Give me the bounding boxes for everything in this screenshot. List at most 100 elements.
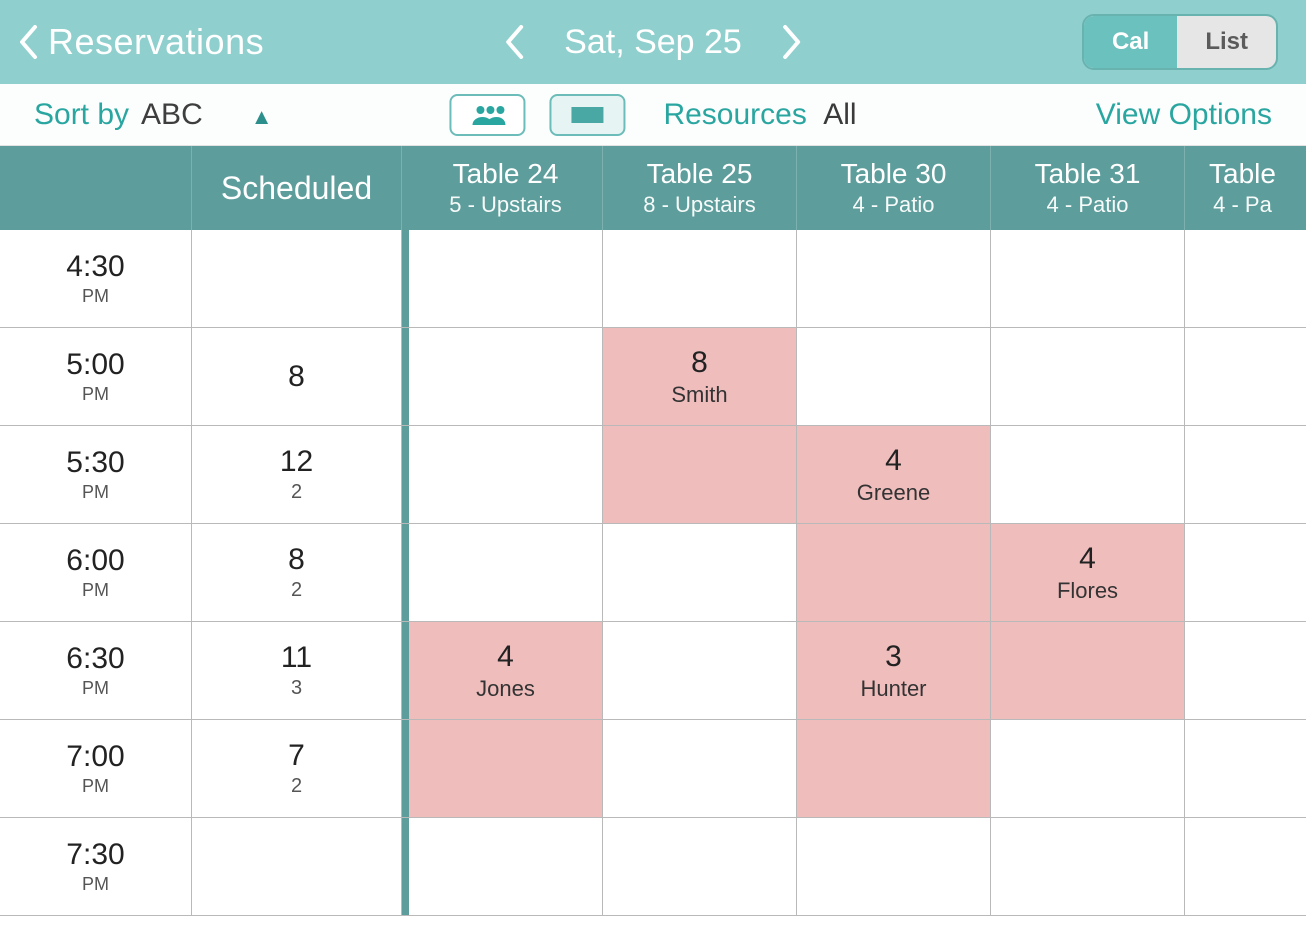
reservation-cell[interactable] bbox=[991, 622, 1185, 719]
view-toggle: Cal List bbox=[1082, 14, 1278, 70]
time-cell: 4:30PM bbox=[0, 230, 192, 327]
empty-cell[interactable] bbox=[797, 328, 991, 425]
time-row: 7:00PM72 bbox=[0, 720, 1306, 818]
time-cell: 6:30PM bbox=[0, 622, 192, 719]
toolbar: Sort by ABC ▲ Resources All V bbox=[0, 84, 1306, 146]
empty-cell[interactable] bbox=[409, 230, 603, 327]
empty-cell[interactable] bbox=[1185, 524, 1300, 621]
reservation-cell[interactable]: 4Jones bbox=[409, 622, 603, 719]
empty-cell[interactable] bbox=[1185, 230, 1300, 327]
view-options-button[interactable]: View Options bbox=[1096, 98, 1272, 132]
sort-direction-icon[interactable]: ▲ bbox=[251, 104, 273, 130]
ampm-label: PM bbox=[82, 384, 109, 405]
empty-cell[interactable] bbox=[1185, 426, 1300, 523]
cal-view-button[interactable]: Cal bbox=[1084, 16, 1177, 68]
table-column-header[interactable]: Table 30 4 - Patio bbox=[797, 146, 991, 230]
reservation-cell[interactable]: 4Greene bbox=[797, 426, 991, 523]
time-cell: 6:00PM bbox=[0, 524, 192, 621]
reservation-cell[interactable] bbox=[409, 720, 603, 817]
time-row: 5:30PM1224Greene bbox=[0, 426, 1306, 524]
scheduled-sub: 3 bbox=[291, 677, 302, 700]
scheduled-header-label: Scheduled bbox=[221, 170, 372, 207]
column-divider bbox=[402, 818, 409, 915]
guest-name: Jones bbox=[476, 676, 535, 702]
ampm-label: PM bbox=[82, 678, 109, 699]
empty-cell[interactable] bbox=[991, 328, 1185, 425]
prev-day-button[interactable] bbox=[504, 25, 524, 59]
date-label[interactable]: Sat, Sep 25 bbox=[564, 23, 742, 62]
column-divider bbox=[402, 230, 409, 327]
time-cell: 7:00PM bbox=[0, 720, 192, 817]
time-row: 6:30PM1134Jones3Hunter bbox=[0, 622, 1306, 720]
people-view-button[interactable] bbox=[449, 94, 525, 136]
empty-cell[interactable] bbox=[991, 426, 1185, 523]
scheduled-count: 11 bbox=[281, 641, 312, 675]
empty-cell[interactable] bbox=[603, 230, 797, 327]
table-column-header[interactable]: Table 31 4 - Patio bbox=[991, 146, 1185, 230]
empty-cell[interactable] bbox=[603, 622, 797, 719]
time-label: 5:00 bbox=[66, 348, 124, 382]
reservation-cell[interactable] bbox=[797, 720, 991, 817]
table-header-sub: 4 - Pa bbox=[1213, 192, 1272, 218]
reservation-cell[interactable]: 3Hunter bbox=[797, 622, 991, 719]
table-icon bbox=[567, 103, 607, 127]
scheduled-count: 8 bbox=[288, 360, 305, 394]
scheduled-cell[interactable]: 122 bbox=[192, 426, 402, 523]
time-cell: 5:00PM bbox=[0, 328, 192, 425]
calendar-grid: 4:30PM5:00PM88Smith5:30PM1224Greene6:00P… bbox=[0, 230, 1306, 916]
time-row: 4:30PM bbox=[0, 230, 1306, 328]
scheduled-sub: 2 bbox=[291, 775, 302, 798]
empty-cell[interactable] bbox=[1185, 720, 1300, 817]
chevron-left-icon bbox=[18, 25, 38, 59]
empty-cell[interactable] bbox=[797, 230, 991, 327]
empty-cell[interactable] bbox=[991, 818, 1185, 915]
table-column-header[interactable]: Table 4 - Pa bbox=[1185, 146, 1300, 230]
reservation-cell[interactable]: 8Smith bbox=[603, 328, 797, 425]
next-day-button[interactable] bbox=[782, 25, 802, 59]
empty-cell[interactable] bbox=[1185, 622, 1300, 719]
empty-cell[interactable] bbox=[409, 426, 603, 523]
ampm-label: PM bbox=[82, 776, 109, 797]
navbar: Reservations Sat, Sep 25 Cal List bbox=[0, 0, 1306, 84]
empty-cell[interactable] bbox=[603, 720, 797, 817]
table-column-header[interactable]: Table 25 8 - Upstairs bbox=[603, 146, 797, 230]
empty-cell[interactable] bbox=[991, 230, 1185, 327]
empty-cell[interactable] bbox=[603, 818, 797, 915]
empty-cell[interactable] bbox=[603, 524, 797, 621]
list-view-button[interactable]: List bbox=[1177, 16, 1276, 68]
scheduled-cell[interactable]: 8 bbox=[192, 328, 402, 425]
people-icon bbox=[468, 103, 506, 127]
empty-cell[interactable] bbox=[409, 328, 603, 425]
empty-cell[interactable] bbox=[991, 720, 1185, 817]
ampm-label: PM bbox=[82, 286, 109, 307]
empty-cell[interactable] bbox=[409, 524, 603, 621]
column-divider bbox=[402, 524, 409, 621]
table-view-button[interactable] bbox=[549, 94, 625, 136]
party-size: 3 bbox=[885, 640, 902, 674]
date-navigator: Sat, Sep 25 bbox=[504, 23, 802, 62]
column-divider bbox=[402, 720, 409, 817]
time-label: 6:30 bbox=[66, 642, 124, 676]
resources-value: All bbox=[823, 98, 856, 131]
empty-cell[interactable] bbox=[1185, 328, 1300, 425]
table-column-header[interactable]: Table 24 5 - Upstairs bbox=[409, 146, 603, 230]
reservation-cell[interactable]: 4Flores bbox=[991, 524, 1185, 621]
party-size: 4 bbox=[1079, 542, 1096, 576]
back-button[interactable]: Reservations bbox=[18, 21, 264, 63]
sort-control[interactable]: Sort by ABC ▲ bbox=[34, 98, 273, 132]
empty-cell[interactable] bbox=[1185, 818, 1300, 915]
empty-cell[interactable] bbox=[797, 818, 991, 915]
scheduled-cell[interactable] bbox=[192, 818, 402, 915]
empty-cell[interactable] bbox=[409, 818, 603, 915]
scheduled-cell[interactable]: 72 bbox=[192, 720, 402, 817]
party-size: 4 bbox=[497, 640, 514, 674]
resources-label: Resources bbox=[663, 98, 806, 131]
scheduled-cell[interactable]: 113 bbox=[192, 622, 402, 719]
reservation-cell[interactable] bbox=[603, 426, 797, 523]
resources-filter[interactable]: Resources All bbox=[663, 98, 856, 132]
scheduled-cell[interactable] bbox=[192, 230, 402, 327]
reservation-cell[interactable] bbox=[797, 524, 991, 621]
scheduled-cell[interactable]: 82 bbox=[192, 524, 402, 621]
scheduled-count: 12 bbox=[280, 445, 313, 479]
scheduled-count: 8 bbox=[288, 543, 305, 577]
